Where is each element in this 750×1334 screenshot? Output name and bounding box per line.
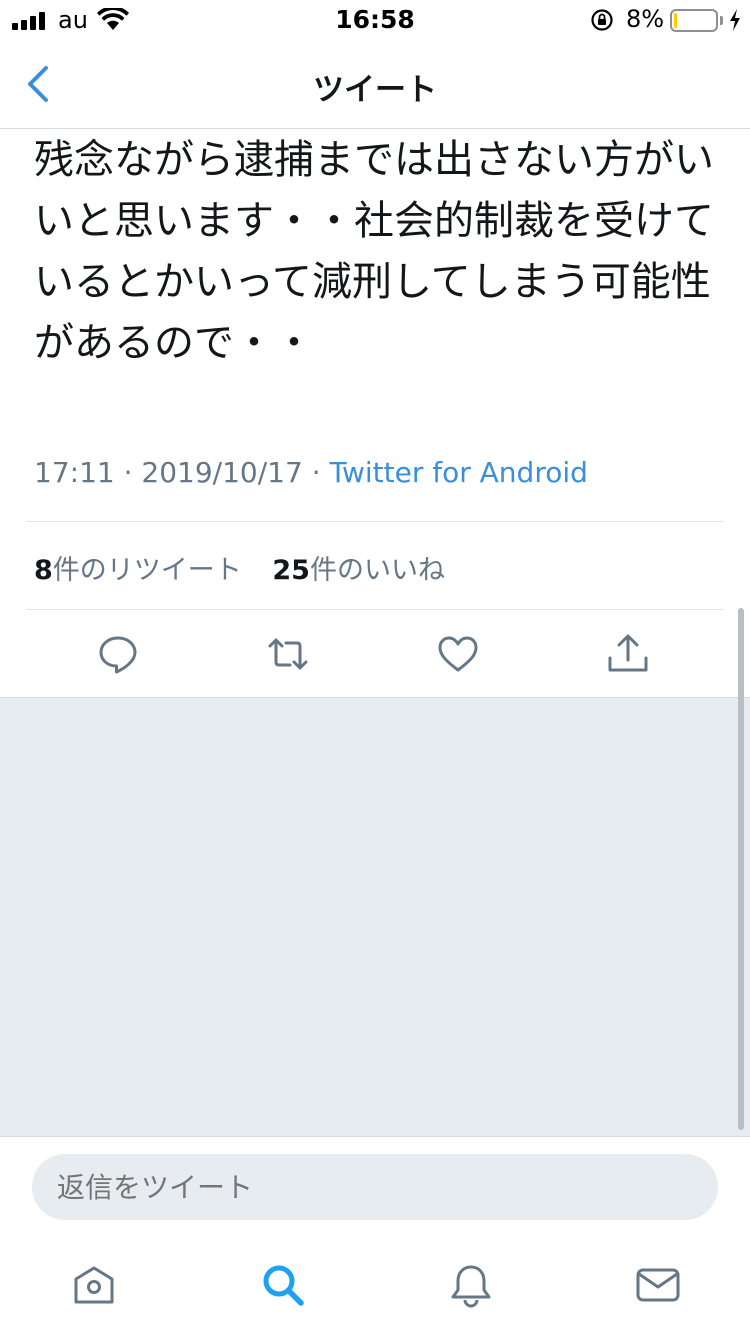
reply-input[interactable] [32,1154,718,1220]
tweet-stats: 8件のリツイート 25件のいいね [34,548,467,587]
reply-bar [0,1136,750,1236]
notifications-icon[interactable] [448,1262,494,1308]
tweet-date: 2019/10/17 [141,456,303,489]
battery-icon [670,9,718,32]
tweet-meta: 17:11 · 2019/10/17 · Twitter for Android [34,456,588,489]
empty-replies-area [0,697,750,1136]
reply-icon[interactable] [96,632,140,676]
search-icon[interactable] [260,1262,306,1308]
share-icon[interactable] [606,632,650,676]
likes-stat[interactable]: 25件のいいね [272,555,445,586]
battery-percent: 8% [626,5,665,33]
retweets-count: 8 [34,555,53,586]
retweets-stat[interactable]: 8件のリツイート [34,555,242,586]
scrollbar[interactable] [738,608,744,1130]
meta-separator: · [302,456,330,489]
divider [26,609,724,610]
status-bar: au 16:58 8% [0,0,750,40]
divider [26,521,724,522]
retweets-label: 件のリツイート [52,555,242,586]
charging-bolt-icon [730,9,740,31]
tweet-text: 残念ながら逮捕までは出さない方がいいと思います・・社会的制裁を受けているとかいっ… [34,137,714,366]
tweet-source-link[interactable]: Twitter for Android [330,456,588,489]
page-title: ツイート [313,72,437,108]
retweet-icon[interactable] [266,632,310,676]
rotation-lock-icon [591,9,613,31]
meta-separator: · [114,456,142,489]
battery-level [674,13,677,28]
tweet-actions [0,612,750,696]
messages-icon[interactable] [635,1262,681,1308]
tab-bar [0,1236,750,1334]
likes-count: 25 [272,555,310,586]
tweet-time: 17:11 [34,456,115,489]
home-icon[interactable] [71,1262,117,1308]
battery-cap [720,16,723,25]
likes-label: 件のいいね [309,555,445,586]
like-icon[interactable] [436,632,480,676]
navigation-bar: ツイート [0,40,750,129]
